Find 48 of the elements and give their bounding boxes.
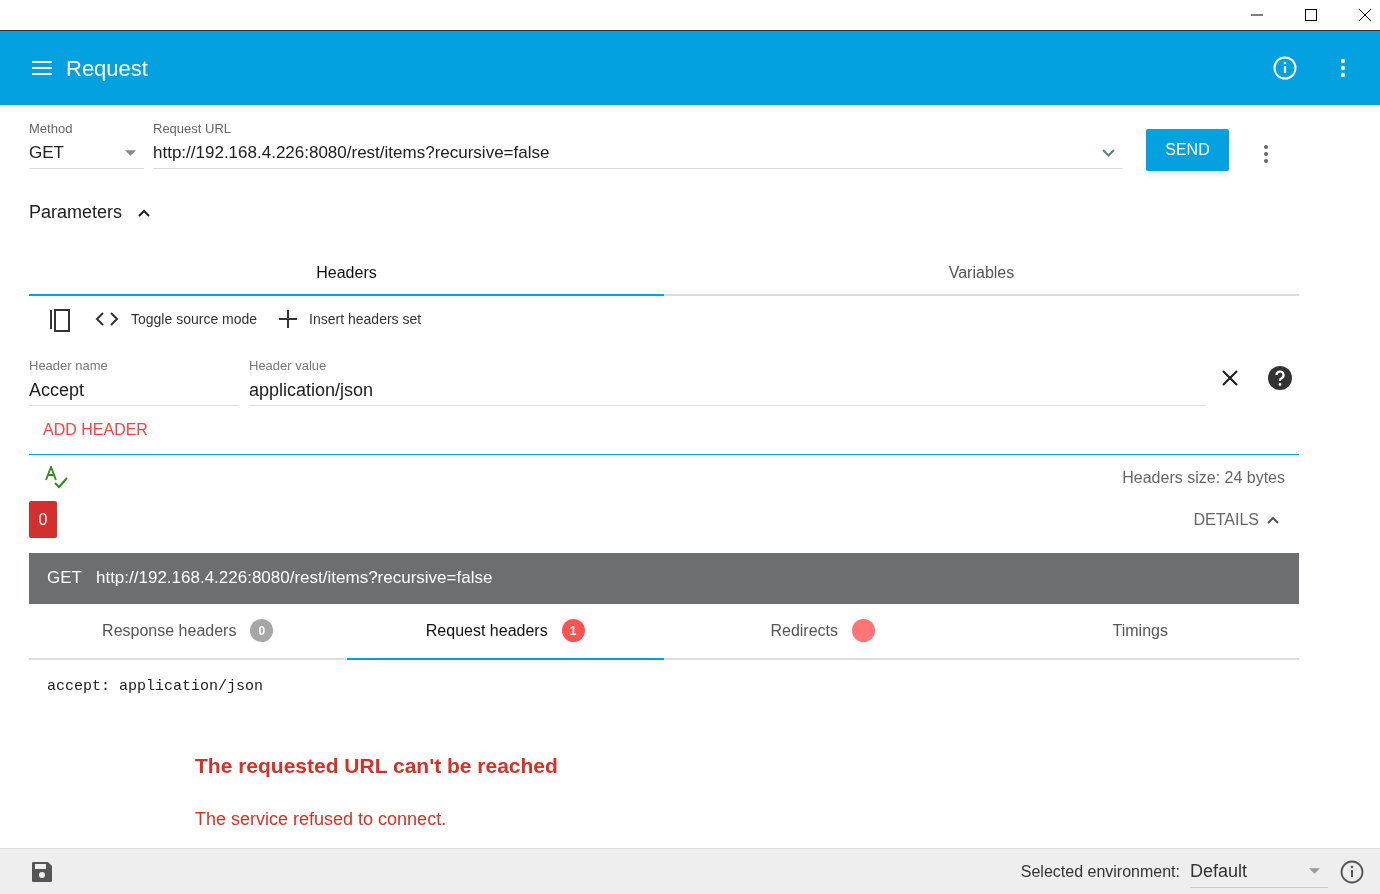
details-toggle[interactable]: DETAILS	[1193, 507, 1279, 532]
chevron-up-icon	[1267, 515, 1279, 524]
close-icon[interactable]	[1222, 370, 1238, 386]
error-message: The service refused to connect.	[195, 807, 447, 831]
parameters-toggle[interactable]: Parameters	[29, 199, 151, 226]
header-name-label: Header name	[29, 357, 109, 375]
more-options-icon[interactable]	[1340, 58, 1346, 78]
dropdown-caret-icon	[1309, 868, 1320, 874]
response-tab[interactable]: Response headers 0	[29, 603, 347, 658]
error-title: The requested URL can't be reached	[195, 753, 558, 779]
method-dropdown[interactable]: GET	[29, 138, 144, 169]
menu-icon[interactable]	[32, 61, 52, 75]
method-label: Method	[29, 120, 74, 138]
info-icon[interactable]	[1340, 859, 1364, 884]
code-icon	[95, 312, 119, 326]
chevron-down-icon	[1102, 149, 1115, 157]
environment-label: Selected environment:	[1020, 861, 1180, 882]
count-badge: 1	[561, 619, 585, 642]
response-tab[interactable]: Timings	[981, 603, 1299, 658]
header-name-field[interactable]: Accept	[29, 375, 239, 406]
more-options-icon[interactable]	[1263, 144, 1269, 164]
header-action-button[interactable]: Insert headers set	[279, 308, 422, 330]
count-badge: 0	[250, 619, 274, 642]
dropdown-caret-icon	[125, 150, 136, 156]
copy-icon[interactable]	[49, 306, 73, 332]
close-icon[interactable]	[1359, 9, 1371, 21]
url-label: Request URL	[153, 120, 233, 138]
response-body-text: accept: application/json	[47, 676, 264, 697]
header-value-label: Header value	[249, 357, 328, 375]
spellcheck-icon	[45, 465, 69, 490]
request-method: GET	[47, 567, 82, 590]
chevron-up-icon	[138, 208, 151, 217]
environment-dropdown[interactable]: Default	[1190, 855, 1328, 888]
response-tab[interactable]: Request headers 1	[346, 603, 664, 660]
maximize-icon[interactable]	[1305, 9, 1317, 21]
save-icon[interactable]	[31, 860, 53, 883]
headers-size-text: Headers size: 24 bytes	[1122, 467, 1285, 488]
header-action-button[interactable]: Toggle source mode	[95, 308, 258, 330]
url-field[interactable]: http://192.168.4.226:8080/rest/items?recursive=false	[153, 138, 1123, 169]
response-tab[interactable]: Redirects	[664, 603, 982, 658]
plus-icon	[279, 310, 298, 328]
request-url: http://192.168.4.226:8080/rest/items?recursive=false	[95, 567, 493, 590]
header-value-field[interactable]: application/json	[249, 375, 1206, 406]
parameter-tab[interactable]: Variables	[664, 251, 1299, 294]
parameter-tab[interactable]: Headers	[29, 251, 664, 296]
status-code-badge: 0	[29, 501, 57, 538]
app-title: Request	[66, 54, 148, 83]
help-icon[interactable]	[1268, 366, 1292, 390]
